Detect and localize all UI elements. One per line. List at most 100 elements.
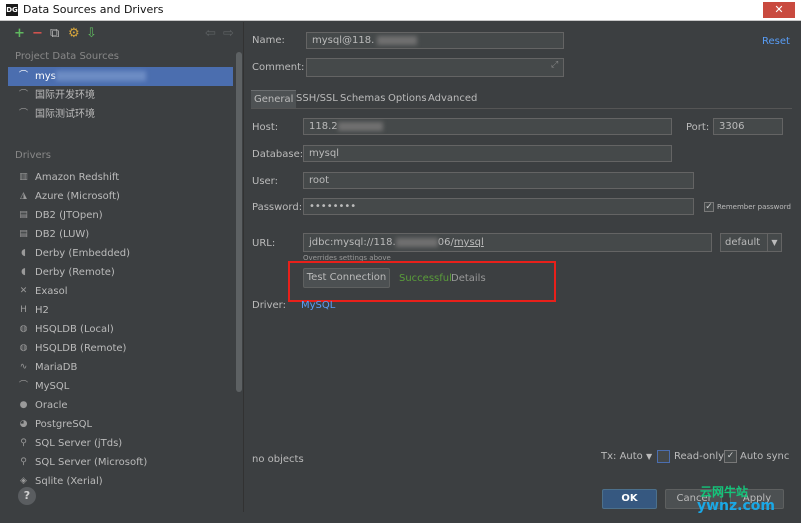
add-icon[interactable]: + bbox=[14, 25, 25, 43]
mysql-icon: ⌒ bbox=[18, 71, 28, 81]
hsqldb-icon: ◍ bbox=[19, 343, 28, 353]
tab-advanced[interactable]: Advanced bbox=[425, 90, 480, 108]
close-icon[interactable]: ✕ bbox=[763, 2, 795, 18]
ibm-icon: ▤ bbox=[19, 210, 28, 220]
tab-options[interactable]: Options bbox=[385, 90, 430, 108]
remember-password-label: Remember password bbox=[717, 203, 791, 211]
name-label: Name: bbox=[252, 35, 285, 46]
auto-sync-checkbox[interactable]: ✓ bbox=[724, 450, 737, 463]
driver-label: PostgreSQL bbox=[35, 419, 93, 430]
url-field[interactable]: jdbc:mysql://118. 06/mysql bbox=[303, 233, 712, 252]
mysql-icon: ⌒ bbox=[18, 90, 28, 100]
data-source-item-dev[interactable]: ⌒ 国际开发环境 bbox=[8, 86, 233, 105]
driver-label: Sqlite (Xerial) bbox=[35, 476, 103, 487]
derby-icon: ◖ bbox=[21, 248, 26, 258]
app-icon: DG bbox=[6, 4, 18, 16]
driver-item[interactable]: ∿ MariaDB bbox=[8, 358, 233, 377]
back-icon[interactable]: ⇦ bbox=[205, 25, 216, 43]
ibm-icon: ▤ bbox=[19, 229, 28, 239]
objects-count: no objects bbox=[252, 454, 304, 465]
ok-button[interactable]: OK bbox=[602, 489, 657, 509]
driver-label: Derby (Remote) bbox=[35, 267, 115, 278]
driver-item[interactable]: H H2 bbox=[8, 301, 233, 320]
database-label: Database: bbox=[252, 149, 304, 160]
data-source-item-mysql[interactable]: ⌒ mys bbox=[8, 67, 233, 86]
password-field[interactable]: •••••••• bbox=[303, 198, 694, 215]
redacted-text bbox=[337, 121, 383, 131]
driver-label: Azure (Microsoft) bbox=[35, 191, 120, 202]
mariadb-icon: ∿ bbox=[19, 362, 28, 372]
remember-password-checkbox[interactable]: ✓ bbox=[704, 202, 714, 212]
url-value-suffix: 06/ bbox=[437, 237, 454, 248]
driver-item[interactable]: ◖ Derby (Embedded) bbox=[8, 244, 233, 263]
driver-label: DB2 (JTOpen) bbox=[35, 210, 103, 221]
database-field[interactable]: mysql bbox=[303, 145, 672, 162]
driver-item[interactable]: ◕ PostgreSQL bbox=[8, 415, 233, 434]
copy-icon[interactable]: ⧉ bbox=[50, 25, 59, 43]
mysql-icon: ⌒ bbox=[18, 381, 28, 391]
driver-link[interactable]: MySQL bbox=[301, 300, 335, 311]
host-field[interactable]: 118.2 bbox=[303, 118, 672, 135]
url-mode-dropdown[interactable]: default ▼ bbox=[720, 233, 782, 252]
oracle-icon: ● bbox=[19, 400, 28, 410]
driver-item[interactable]: ◖ Derby (Remote) bbox=[8, 263, 233, 282]
postgresql-icon: ◕ bbox=[19, 419, 28, 429]
driver-item[interactable]: ⌒ MySQL bbox=[8, 377, 233, 396]
expand-icon[interactable]: ⤢ bbox=[551, 60, 558, 70]
driver-label: SQL Server (Microsoft) bbox=[35, 457, 148, 468]
data-source-label: 国际测试环境 bbox=[35, 109, 95, 120]
redacted-text bbox=[377, 35, 418, 45]
driver-label: SQL Server (jTds) bbox=[35, 438, 123, 449]
sidebar-scrollbar[interactable] bbox=[236, 52, 242, 392]
driver-item[interactable]: ▤ DB2 (JTOpen) bbox=[8, 206, 233, 225]
driver-item[interactable]: ▥ Amazon Redshift bbox=[8, 168, 233, 187]
url-value-db: mysql bbox=[453, 237, 484, 248]
sqlserver-icon: ⚲ bbox=[20, 457, 27, 467]
driver-item[interactable]: ✕ Exasol bbox=[8, 282, 233, 301]
read-only-checkbox[interactable] bbox=[657, 450, 670, 463]
host-value: 118.2 bbox=[309, 121, 338, 132]
data-source-item-test[interactable]: ⌒ 国际测试环境 bbox=[8, 105, 233, 124]
azure-icon: ◮ bbox=[20, 191, 27, 201]
name-value: mysql@118. bbox=[312, 35, 375, 46]
driver-label: Derby (Embedded) bbox=[35, 248, 130, 259]
import-icon[interactable]: ⇩ bbox=[86, 25, 97, 43]
properties-icon[interactable]: ⚙ bbox=[68, 25, 80, 43]
name-field[interactable]: mysql@118. bbox=[306, 32, 564, 49]
help-icon[interactable]: ? bbox=[18, 487, 36, 505]
url-value-prefix: jdbc:mysql://118. bbox=[309, 237, 396, 248]
driver-item[interactable]: ◮ Azure (Microsoft) bbox=[8, 187, 233, 206]
driver-label: HSQLDB (Remote) bbox=[35, 343, 127, 354]
url-mode-value: default bbox=[725, 237, 761, 248]
port-field[interactable]: 3306 bbox=[713, 118, 783, 135]
driver-label: H2 bbox=[35, 305, 49, 316]
driver-label: HSQLDB (Local) bbox=[35, 324, 114, 335]
driver-item[interactable]: ⚲ SQL Server (Microsoft) bbox=[8, 453, 233, 472]
tab-schemas[interactable]: Schemas bbox=[337, 90, 388, 108]
driver-item[interactable]: ◈ Sqlite (Xerial) bbox=[8, 472, 233, 491]
h2-icon: H bbox=[20, 305, 27, 315]
host-label: Host: bbox=[252, 122, 279, 133]
transaction-mode[interactable]: Tx: Auto ▼ bbox=[601, 451, 652, 462]
driver-item[interactable]: ◍ HSQLDB (Local) bbox=[8, 320, 233, 339]
password-label: Password: bbox=[252, 202, 303, 213]
mysql-icon: ⌒ bbox=[18, 109, 28, 119]
remove-icon[interactable]: − bbox=[32, 25, 43, 43]
driver-label: DB2 (LUW) bbox=[35, 229, 90, 240]
tab-divider bbox=[251, 108, 792, 109]
tab-ssh-ssl[interactable]: SSH/SSL bbox=[293, 90, 341, 108]
hsqldb-icon: ◍ bbox=[19, 324, 28, 334]
driver-item[interactable]: ▤ DB2 (LUW) bbox=[8, 225, 233, 244]
tx-label: Tx: Auto bbox=[601, 451, 643, 462]
driver-item[interactable]: ● Oracle bbox=[8, 396, 233, 415]
exasol-icon: ✕ bbox=[19, 286, 28, 296]
comment-field[interactable] bbox=[306, 58, 564, 77]
user-field[interactable]: root bbox=[303, 172, 694, 189]
forward-icon[interactable]: ⇨ bbox=[223, 25, 234, 43]
driver-item[interactable]: ◍ HSQLDB (Remote) bbox=[8, 339, 233, 358]
redshift-icon: ▥ bbox=[19, 172, 28, 182]
driver-item[interactable]: ⚲ SQL Server (jTds) bbox=[8, 434, 233, 453]
driver-label: Oracle bbox=[35, 400, 68, 411]
reset-link[interactable]: Reset bbox=[762, 36, 790, 47]
tab-general[interactable]: General bbox=[251, 90, 297, 108]
